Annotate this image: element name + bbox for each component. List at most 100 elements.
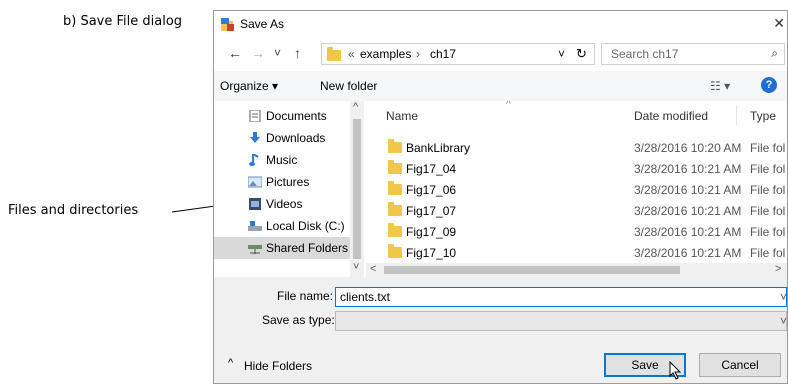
- download-arrow-icon: [250, 132, 260, 143]
- nav-item-downloads[interactable]: Downloads: [214, 127, 350, 149]
- nav-item-documents[interactable]: Documents: [214, 105, 350, 127]
- title-bar: Save As ✕: [214, 11, 787, 39]
- file-type: File fol: [750, 246, 786, 260]
- file-type: File fol: [750, 162, 786, 176]
- scroll-left-icon[interactable]: <: [370, 263, 376, 275]
- view-options-icon[interactable]: ☷ ▾: [710, 79, 730, 93]
- document-icon: [249, 110, 261, 122]
- cancel-button-label: Cancel: [721, 358, 759, 372]
- navigation-bar: ← → ˅ ↑ « examples › ch17 ˅ ↻ Search ch1…: [214, 39, 787, 71]
- save-form: File name: clients.txt ˅ Save as type: ˅…: [214, 277, 787, 383]
- file-name: Fig17_07: [406, 204, 457, 218]
- file-row[interactable]: Fig17_06 3/28/2016 10:21 AM File fol: [366, 179, 787, 200]
- file-name: Fig17_09: [406, 225, 457, 239]
- help-icon[interactable]: ?: [761, 77, 777, 93]
- file-name: Fig17_10: [406, 246, 457, 260]
- command-toolbar: Organize ▾ New folder ☷ ▾ ?: [214, 71, 787, 101]
- scroll-up-icon[interactable]: ^: [353, 101, 358, 113]
- file-name: BankLibrary: [406, 141, 471, 155]
- network-drive-icon: [248, 245, 262, 254]
- organize-button[interactable]: Organize ▾: [220, 79, 278, 93]
- folder-icon: [388, 181, 402, 195]
- file-list-horizontal-scrollbar[interactable]: < >: [366, 263, 787, 277]
- column-header-type[interactable]: Type: [750, 109, 776, 123]
- nav-item-videos[interactable]: Videos: [214, 193, 350, 215]
- folder-icon: [388, 244, 402, 258]
- file-name-label: File name:: [277, 289, 334, 303]
- refresh-icon[interactable]: ↻: [576, 46, 587, 62]
- save-as-type-select[interactable]: ˅: [335, 311, 787, 331]
- column-divider[interactable]: [736, 105, 737, 125]
- scroll-down-icon[interactable]: ˅: [353, 261, 359, 273]
- annotation-label: Files and directories: [8, 203, 139, 218]
- folder-icon: [388, 202, 402, 216]
- file-name: Fig17_04: [406, 162, 457, 176]
- file-name-input[interactable]: clients.txt: [340, 290, 390, 304]
- file-row[interactable]: Fig17_10 3/28/2016 10:21 AM File fol: [366, 242, 787, 263]
- address-bar[interactable]: « examples › ch17 ˅ ↻: [321, 43, 595, 65]
- nav-item-pictures[interactable]: Pictures: [214, 171, 350, 193]
- breadcrumb-ch17[interactable]: ch17: [430, 47, 456, 61]
- column-header-date[interactable]: Date modified: [634, 109, 708, 123]
- file-name: Fig17_06: [406, 183, 457, 197]
- navigation-pane: Documents Downloads Music Pictures Video…: [214, 101, 364, 277]
- search-input[interactable]: Search ch17: [611, 47, 678, 61]
- cancel-button[interactable]: Cancel: [699, 353, 781, 377]
- close-icon[interactable]: ✕: [773, 15, 785, 32]
- search-icon[interactable]: ⌕: [771, 46, 778, 61]
- back-arrow-icon[interactable]: ←: [228, 45, 242, 61]
- nav-item-label: Documents: [266, 109, 327, 123]
- nav-item-label: Pictures: [266, 175, 310, 189]
- file-date: 3/28/2016 10:21 AM: [634, 204, 742, 218]
- file-name-field[interactable]: clients.txt ˅: [335, 287, 787, 307]
- file-date: 3/28/2016 10:21 AM: [634, 183, 742, 197]
- forward-arrow-icon[interactable]: →: [251, 45, 265, 61]
- mouse-cursor-icon: [669, 361, 682, 380]
- save-as-type-dropdown-icon[interactable]: ˅: [780, 314, 787, 328]
- nav-item-label: Downloads: [266, 131, 326, 145]
- file-type: File fol: [750, 204, 786, 218]
- save-button-label: Save: [631, 358, 659, 372]
- drive-icon: [248, 221, 262, 231]
- nav-item-local-disk[interactable]: Local Disk (C:): [214, 215, 350, 237]
- address-dropdown-icon[interactable]: ˅: [558, 47, 565, 61]
- file-name-dropdown-icon[interactable]: ˅: [780, 290, 787, 304]
- nav-item-label: Shared Folders (\: [266, 241, 359, 255]
- file-date: 3/28/2016 10:21 AM: [634, 246, 742, 260]
- scroll-right-icon[interactable]: >: [775, 263, 781, 275]
- nav-item-shared-folders[interactable]: Shared Folders (\: [214, 237, 359, 259]
- save-as-type-label: Save as type:: [262, 313, 335, 327]
- music-note-icon: [249, 154, 259, 166]
- picture-icon: [248, 176, 262, 188]
- search-box[interactable]: Search ch17 ⌕: [601, 43, 785, 65]
- file-type: File fol: [750, 141, 786, 155]
- file-row[interactable]: Fig17_04 3/28/2016 10:21 AM File fol: [366, 158, 787, 179]
- file-row[interactable]: Fig17_07 3/28/2016 10:21 AM File fol: [366, 200, 787, 221]
- file-type: File fol: [750, 225, 786, 239]
- figure-caption: b) Save File dialog: [63, 14, 183, 29]
- recent-locations-chevron-icon[interactable]: ˅: [274, 46, 281, 60]
- nav-pane-scrollbar[interactable]: ^ ˅: [350, 101, 364, 277]
- hide-folders-button[interactable]: Hide Folders: [244, 359, 312, 373]
- up-arrow-icon[interactable]: ↑: [294, 45, 301, 61]
- folder-icon: [388, 139, 402, 153]
- scroll-thumb[interactable]: [353, 119, 361, 259]
- file-type: File fol: [750, 183, 786, 197]
- file-row[interactable]: BankLibrary 3/28/2016 10:20 AM File fol: [366, 137, 787, 158]
- file-list: ^ Name Date modified Type BankLibrary 3/…: [366, 101, 787, 263]
- new-folder-button[interactable]: New folder: [320, 79, 377, 93]
- nav-item-label: Videos: [266, 197, 303, 211]
- nav-item-music[interactable]: Music: [214, 149, 350, 171]
- folder-icon: [388, 223, 402, 237]
- breadcrumb-examples[interactable]: examples: [360, 47, 411, 61]
- file-date: 3/28/2016 10:21 AM: [634, 162, 742, 176]
- folder-icon: [327, 47, 341, 61]
- hide-folders-chevron-icon[interactable]: ^: [228, 357, 233, 369]
- sort-indicator-icon: ^: [506, 101, 511, 110]
- file-row[interactable]: Fig17_09 3/28/2016 10:21 AM File fol: [366, 221, 787, 242]
- dialog-title: Save As: [240, 17, 285, 31]
- save-as-dialog: Save As ✕ ← → ˅ ↑ « examples › ch17 ˅ ↻ …: [213, 10, 788, 384]
- scroll-thumb[interactable]: [384, 266, 680, 274]
- path-overflow-icon[interactable]: «: [348, 47, 355, 61]
- column-header-name[interactable]: Name: [386, 109, 418, 123]
